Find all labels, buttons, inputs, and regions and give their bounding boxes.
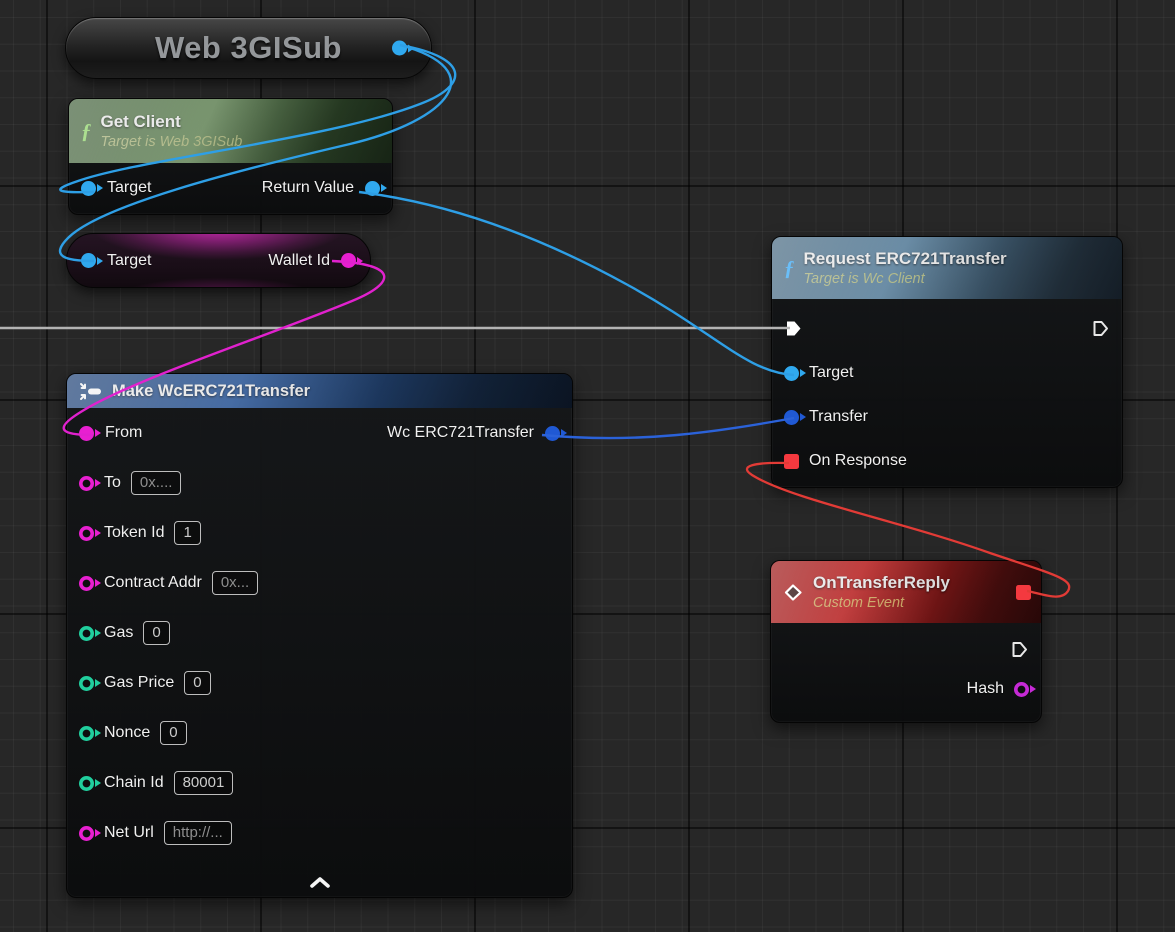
pin-label: Gas Price [104,674,175,691]
pin-label: Transfer [809,408,868,425]
node-make-wcerc721transfer[interactable]: Make WcERC721Transfer From Wc ERC721Tran… [66,373,573,898]
node-on-transfer-reply[interactable]: OnTransferReply Custom Event Hash [770,560,1042,723]
net-url-input-pin[interactable] [79,825,94,841]
target-input-pin[interactable] [784,365,799,381]
pin-label: Hash [966,680,1004,697]
token-id-value-field[interactable]: 1 [174,521,201,545]
nonce-value-field[interactable]: 0 [160,721,187,745]
exec-output-pin[interactable] [1010,640,1029,659]
gas-value-field[interactable]: 0 [143,621,170,645]
exec-input-pin[interactable] [784,319,803,338]
node-request-erc721transfer[interactable]: ƒ Request ERC721Transfer Target is Wc Cl… [771,236,1123,488]
hash-output-pin[interactable] [1014,681,1029,697]
return-value-output-pin[interactable] [365,180,380,196]
custom-event-icon [784,583,802,601]
node-header[interactable]: ƒ Request ERC721Transfer Target is Wc Cl… [772,237,1122,299]
object-output-pin[interactable] [392,40,407,56]
gas-price-input-pin[interactable] [79,675,94,691]
wallet-id-output-pin[interactable] [341,253,356,268]
struct-wire-maketransfer-to-transfer[interactable] [541,416,795,440]
node-title: Get Client [100,112,181,132]
node-header[interactable]: OnTransferReply Custom Event [771,561,1041,623]
node-title: Make WcERC721Transfer [112,381,311,400]
delegate-output-pin[interactable] [1016,585,1031,600]
chain-id-value-field[interactable]: 80001 [173,771,234,795]
to-value-field[interactable]: 0x.... [130,471,182,495]
pin-label: Target [107,179,152,196]
pin-label: Gas [104,624,134,641]
collapse-chevron-icon[interactable] [309,876,331,889]
node-get-client[interactable]: ƒ Get Client Target is Web 3GISub Target… [68,98,393,215]
pin-label: Target [809,364,854,381]
node-subtitle: Custom Event [813,594,905,611]
node-header[interactable]: ƒ Get Client Target is Web 3GISub [69,99,392,163]
pin-label: From [105,424,143,441]
target-input-pin[interactable] [81,180,96,196]
node-web3gisub[interactable]: Web 3GISub [65,17,432,79]
object-wire-returnvalue-to-target[interactable] [358,190,795,377]
node-get-wallet-id[interactable]: Target Wallet Id [66,233,371,288]
token-id-input-pin[interactable] [79,525,94,541]
pin-label: On Response [809,452,907,469]
contract-addr-input-pin[interactable] [79,575,94,591]
make-struct-icon [80,382,101,400]
to-input-pin[interactable] [79,475,94,491]
pin-label: Wc ERC721Transfer [387,424,534,441]
pin-label: Contract Addr [104,574,202,591]
exec-output-pin[interactable] [1091,319,1110,338]
pin-label: Nonce [104,724,151,741]
contract-addr-value-field[interactable]: 0x... [211,571,259,595]
function-icon: ƒ [81,118,92,143]
blueprint-graph-canvas[interactable]: Web 3GISub ƒ Get Client Target is Web 3G… [0,0,1175,932]
target-input-pin[interactable] [81,253,96,268]
gas-input-pin[interactable] [79,625,94,641]
gas-price-value-field[interactable]: 0 [184,671,211,695]
from-input-pin[interactable] [79,425,94,441]
node-title: OnTransferReply [813,573,950,593]
pin-label: To [104,474,121,491]
pin-label: Net Url [104,824,154,841]
pin-label: Target [107,251,152,269]
transfer-input-pin[interactable] [784,409,799,425]
nonce-input-pin[interactable] [79,725,94,741]
node-title: Web 3GISub [154,30,342,65]
pin-label: Token Id [104,524,165,541]
node-subtitle: Target is Web 3GISub [100,133,243,150]
net-url-value-field[interactable]: http://... [163,821,232,845]
struct-output-pin[interactable] [545,425,560,441]
node-subtitle: Target is Wc Client [803,270,925,287]
function-icon: ƒ [784,255,795,280]
pin-label: Chain Id [104,774,164,791]
chain-id-input-pin[interactable] [79,775,94,791]
pin-label: Wallet Id [268,251,330,269]
node-title: Request ERC721Transfer [803,249,1007,269]
node-header[interactable]: Make WcERC721Transfer [67,374,572,408]
pin-label: Return Value [261,179,354,196]
on-response-delegate-pin[interactable] [784,453,799,469]
